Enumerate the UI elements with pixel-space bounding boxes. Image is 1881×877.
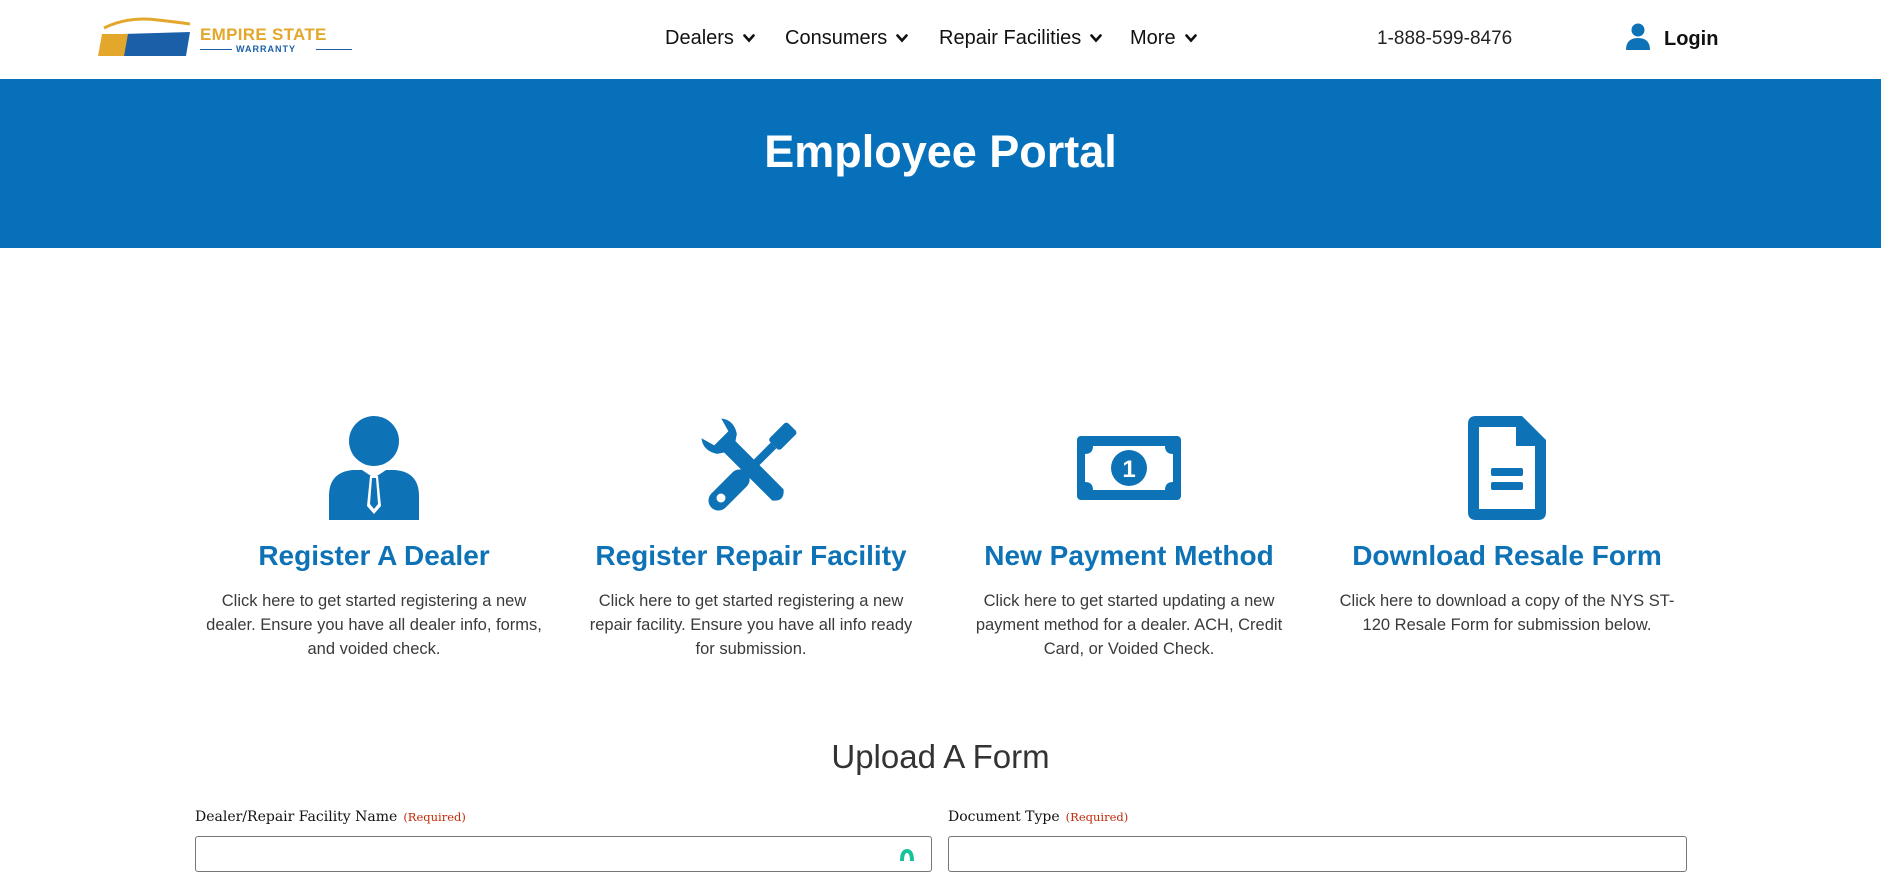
login-label: Login — [1664, 28, 1719, 50]
businessman-icon — [329, 416, 419, 520]
card-description: Click here to get started registering a … — [589, 592, 913, 658]
document-type-field-label: Document Type (Required) — [948, 809, 1128, 825]
field-label-text: Document Type — [948, 809, 1060, 825]
tools-icon — [701, 418, 797, 511]
grammarly-icon[interactable] — [897, 845, 917, 865]
nav-item-label: More — [1130, 27, 1176, 49]
nav-item-more[interactable]: More — [1130, 27, 1197, 50]
document-icon — [1468, 416, 1546, 520]
card-title: Download Resale Form — [1352, 540, 1662, 571]
logo-rule-left — [200, 49, 232, 50]
document-type-input[interactable] — [948, 836, 1687, 872]
page-title: Employee Portal — [764, 126, 1117, 177]
nav-item-consumers[interactable]: Consumers — [785, 27, 909, 50]
phone-number-link[interactable]: 1-888-599-8476 — [1377, 28, 1512, 50]
card-title: New Payment Method — [984, 540, 1274, 571]
nav-item-dealers[interactable]: Dealers — [665, 27, 755, 50]
card-download-resale-form[interactable]: Download Resale Form Click here to downl… — [1337, 415, 1677, 637]
card-description: Click here to download a copy of the NYS… — [1339, 592, 1675, 634]
logo-rule-right — [316, 49, 352, 50]
user-icon — [1626, 23, 1650, 50]
site-logo[interactable]: EMPIRE STATE WARRANTY — [98, 14, 358, 60]
required-indicator: (Required) — [1065, 810, 1129, 824]
chevron-down-icon — [896, 34, 909, 43]
dealer-name-input[interactable] — [195, 836, 932, 872]
card-title: Register Repair Facility — [595, 540, 907, 571]
card-description: Click here to get started updating a new… — [975, 592, 1283, 658]
nav-item-label: Consumers — [785, 27, 888, 49]
card-icon-wrap — [1337, 415, 1677, 520]
card-new-payment-method[interactable]: 1 New Payment Method Click here to get s… — [959, 415, 1299, 661]
login-button[interactable]: Login — [1626, 22, 1718, 51]
esw-logo-mark-icon — [98, 17, 192, 58]
site-header: EMPIRE STATE WARRANTY Dealers Consumers … — [0, 0, 1881, 79]
nav-item-repair-facilities[interactable]: Repair Facilities — [939, 27, 1103, 50]
logo-brand-sub: WARRANTY — [236, 44, 296, 54]
card-register-dealer[interactable]: Register A Dealer Click here to get star… — [204, 415, 544, 661]
chevron-down-icon — [743, 34, 755, 43]
hero-banner: Employee Portal — [0, 79, 1881, 248]
nav-item-label: Repair Facilities — [939, 27, 1082, 49]
upload-section-title: Upload A Form — [831, 738, 1050, 775]
card-icon-wrap — [581, 415, 921, 520]
field-label-text: Dealer/Repair Facility Name — [195, 809, 398, 825]
card-register-repair-facility[interactable]: Register Repair Facility Click here to g… — [581, 415, 921, 661]
nav-item-label: Dealers — [665, 27, 734, 49]
card-icon-wrap — [204, 415, 544, 520]
card-icon-wrap: 1 — [959, 415, 1299, 520]
money-bill-icon: 1 — [1077, 436, 1181, 500]
card-description: Click here to get started registering a … — [206, 592, 542, 658]
chevron-down-icon — [1184, 34, 1197, 43]
dealer-name-field-label: Dealer/Repair Facility Name (Required) — [195, 809, 466, 825]
chevron-down-icon — [1090, 34, 1103, 43]
logo-brand-name: EMPIRE STATE — [200, 25, 327, 44]
required-indicator: (Required) — [403, 810, 466, 824]
card-title: Register A Dealer — [258, 540, 490, 571]
svg-text:1: 1 — [1122, 456, 1135, 483]
